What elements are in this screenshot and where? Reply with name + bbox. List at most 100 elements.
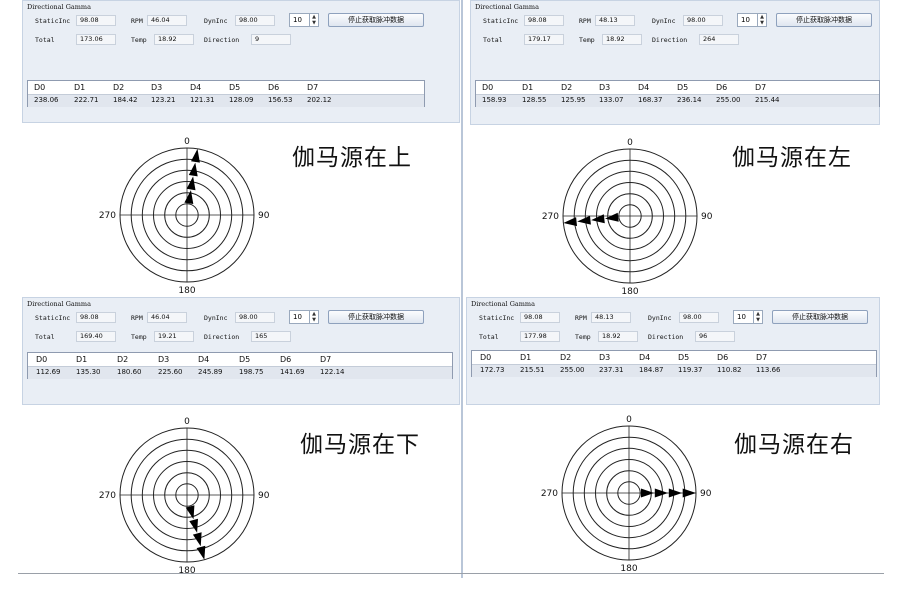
direction-arrow-marker [188,162,198,177]
polar-tick-label-bottom: 180 [178,566,195,573]
column-header: D7 [756,353,768,362]
temp-field[interactable]: 19.21 [154,331,194,342]
column-header: D3 [599,83,611,92]
polar-tick-label-top: 0 [626,415,632,425]
polar-tick-label-right: 90 [258,491,270,501]
polar-tick-label-left: 270 [99,491,116,501]
dyn-inc-field[interactable]: 98.00 [235,15,275,26]
column-header: D5 [229,83,241,92]
rpm-label: RPM [131,17,143,25]
spinner-arrows-icon[interactable]: ▲ ▼ [309,311,318,323]
total-field[interactable]: 177.98 [520,331,560,342]
rpm-field[interactable]: 46.04 [147,15,187,26]
direction-field[interactable]: 165 [251,331,291,342]
grid-value-row[interactable]: 158.93 128.55 125.95 133.07 168.37 236.14 255.… [476,94,879,107]
polar-tick-label-bottom: 180 [620,564,637,573]
quadrant-top-right: Directional Gamma StaticInc 98.08 RPM 48.13 D… [470,0,880,295]
direction-field[interactable]: 96 [695,331,735,342]
temp-field[interactable]: 18.92 [154,34,194,45]
directional-gamma-panel: Directional Gamma StaticInc 98.08 RPM 46.04 D… [22,0,460,123]
polar-tick-label-bottom: 180 [178,286,195,295]
directional-gamma-panel: Directional Gamma StaticInc 98.08 RPM 48.13 D… [470,0,880,125]
grid-cell: 245.89 [198,368,223,376]
direction-arrow-marker [191,148,200,163]
quadrant-bottom-right: Directional Gamma StaticInc 98.08 RPM 48.13 D… [466,297,880,573]
polar-tick-label-left: 270 [99,211,116,221]
static-inc-field[interactable]: 98.08 [524,15,564,26]
column-header: D0 [482,83,494,92]
column-header: D3 [599,353,611,362]
panel-title: Directional Gamma [471,300,535,308]
column-header: D7 [320,355,332,364]
stop-acquire-pulse-button[interactable]: 停止获取脉冲数据 [772,310,868,324]
direction-label: Direction [204,333,240,341]
stop-acquire-pulse-button[interactable]: 停止获取脉冲数据 [328,310,424,324]
direction-label: Direction [652,36,688,44]
temp-label: Temp [579,36,595,44]
temp-field[interactable]: 18.92 [602,34,642,45]
temp-label: Temp [131,333,147,341]
column-header: D1 [76,355,88,364]
direction-field[interactable]: 9 [251,34,291,45]
stop-acquire-pulse-button[interactable]: 停止获取脉冲数据 [328,13,424,27]
direction-label: Direction [648,333,684,341]
direction-arrow-marker [577,215,591,225]
direction-field[interactable]: 264 [699,34,739,45]
static-inc-field[interactable]: 98.08 [76,312,116,323]
source-position-caption: 伽马源在下 [300,432,420,458]
rpm-label: RPM [579,17,591,25]
total-field[interactable]: 173.06 [76,34,116,45]
direction-polar-plot: 0 90 180 270 [542,138,713,295]
column-header: D4 [198,355,210,364]
total-field[interactable]: 179.17 [524,34,564,45]
spinner-arrows-icon[interactable]: ▲ ▼ [757,14,766,26]
grid-cell: 255.00 [716,96,741,104]
grid-cell: 184.42 [113,96,138,104]
rpm-label: RPM [575,314,587,322]
spinner-arrows-icon[interactable]: ▲ ▼ [753,311,762,323]
grid-cell: 121.31 [190,96,215,104]
stop-acquire-pulse-button[interactable]: 停止获取脉冲数据 [776,13,872,27]
dyn-inc-label: DynInc [204,314,228,322]
column-header: D4 [639,353,651,362]
column-header: D7 [307,83,319,92]
dyn-inc-field[interactable]: 98.00 [679,312,719,323]
column-header: D1 [520,353,532,362]
direction-polar-plot: 0 90 180 270 [99,417,270,573]
grid-cell: 222.71 [74,96,99,104]
column-header: D5 [677,83,689,92]
column-header: D0 [36,355,48,364]
dyn-inc-field[interactable]: 98.00 [235,312,275,323]
grid-cell: 135.30 [76,368,101,376]
interval-spinner[interactable]: 10 ▲ ▼ [737,13,767,27]
rpm-field[interactable]: 48.13 [595,15,635,26]
grid-cell: 123.21 [151,96,176,104]
rpm-field[interactable]: 48.13 [591,312,631,323]
column-header: D2 [560,353,572,362]
polar-tick-label-top: 0 [184,417,190,427]
interval-spinner[interactable]: 10 ▲ ▼ [733,310,763,324]
rpm-field[interactable]: 46.04 [147,312,187,323]
dyn-inc-field[interactable]: 98.00 [683,15,723,26]
column-header: D0 [480,353,492,362]
static-inc-field[interactable]: 98.08 [520,312,560,323]
polar-tick-label-right: 90 [258,211,270,221]
total-field[interactable]: 169.40 [76,331,116,342]
panel-title: Directional Gamma [27,3,91,11]
total-label: Total [479,333,499,341]
grid-value-row[interactable]: 112.69 135.30 180.60 225.60 245.89 198.75 141.… [28,366,452,379]
static-inc-field[interactable]: 98.08 [76,15,116,26]
interval-spinner[interactable]: 10 ▲ ▼ [289,13,319,27]
grid-value-row[interactable]: 238.06 222.71 184.42 123.21 121.31 128.09 156.… [28,94,424,107]
polar-tick-label-right: 90 [701,212,713,222]
temp-field[interactable]: 18.92 [598,331,638,342]
grid-value-row[interactable]: 172.73 215.51 255.00 237.31 184.87 119.37 110.… [472,364,876,377]
column-header: D4 [190,83,202,92]
total-label: Total [483,36,503,44]
spinner-arrows-icon[interactable]: ▲ ▼ [309,14,318,26]
direction-arrow-marker [640,488,655,498]
column-header: D2 [117,355,129,364]
grid-cell: 125.95 [561,96,586,104]
column-header: D1 [522,83,534,92]
interval-spinner[interactable]: 10 ▲ ▼ [289,310,319,324]
